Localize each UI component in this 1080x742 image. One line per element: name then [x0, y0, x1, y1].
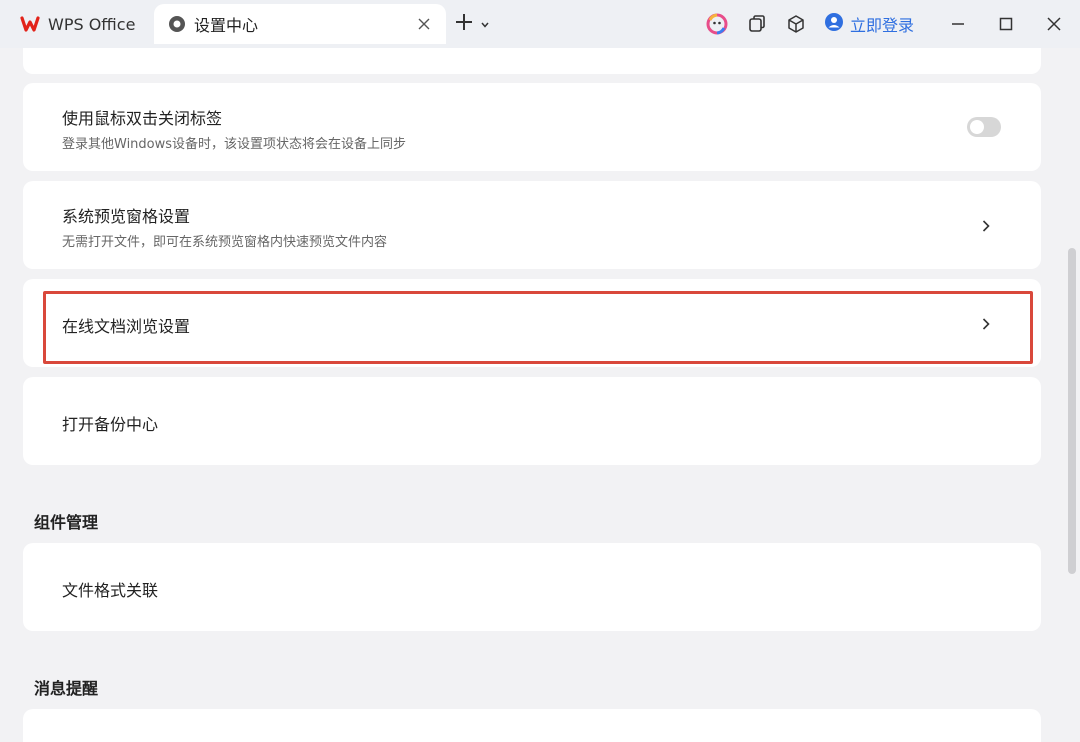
close-icon[interactable] — [414, 14, 434, 34]
setting-title: 文件格式关联 — [62, 581, 159, 600]
double-click-close-toggle[interactable] — [967, 117, 1001, 137]
user-avatar-icon — [824, 12, 844, 36]
login-button[interactable]: 立即登录 — [824, 11, 914, 37]
chevron-right-icon — [979, 218, 993, 232]
settings-content: 使用鼠标双击关闭标签 登录其他Windows设备时，该设置项状态将会在设备上同步… — [0, 48, 1080, 742]
maximize-icon[interactable] — [994, 12, 1018, 36]
setting-online-doc-browse[interactable]: 在线文档浏览设置 — [23, 279, 1041, 367]
setting-system-preview-pane[interactable]: 系统预览窗格设置 无需打开文件，即可在系统预览窗格内快速预览文件内容 — [23, 181, 1041, 269]
minimize-icon[interactable] — [946, 12, 970, 36]
plus-icon — [454, 12, 474, 36]
new-tab-button[interactable] — [454, 10, 490, 38]
setting-title: 在线文档浏览设置 — [62, 317, 191, 336]
tab-settings-center-label: 设置中心 — [194, 16, 259, 35]
scrollbar-thumb[interactable] — [1068, 248, 1076, 574]
setting-title: 系统预览窗格设置 — [62, 207, 191, 226]
setting-description: 无需打开文件，即可在系统预览窗格内快速预览文件内容 — [62, 235, 388, 250]
login-label: 立即登录 — [850, 16, 915, 35]
title-bar: WPS Office 设置中心 立即登录 — [0, 0, 1080, 48]
setting-double-click-close-tab[interactable]: 使用鼠标双击关闭标签 登录其他Windows设备时，该设置项状态将会在设备上同步 — [23, 83, 1041, 171]
settings-card-partial — [23, 48, 1041, 74]
tab-settings-center[interactable]: 设置中心 — [154, 4, 446, 44]
tab-wps-office[interactable]: WPS Office — [8, 6, 148, 42]
section-title-message-reminder: 消息提醒 — [34, 679, 99, 698]
setting-open-backup-center[interactable]: 打开备份中心 — [23, 377, 1041, 465]
cube-icon[interactable] — [785, 13, 807, 35]
ai-assistant-icon[interactable] — [706, 13, 728, 35]
gear-icon — [168, 15, 186, 33]
setting-file-format-association[interactable]: 文件格式关联 — [23, 543, 1041, 631]
tab-wps-office-label: WPS Office — [48, 14, 136, 34]
setting-description: 登录其他Windows设备时，该设置项状态将会在设备上同步 — [62, 137, 407, 152]
window-restore-icon[interactable] — [746, 13, 768, 35]
setting-title: 打开备份中心 — [62, 415, 159, 434]
wps-logo-icon — [20, 14, 40, 34]
chevron-down-icon — [480, 15, 490, 34]
chevron-right-icon — [979, 316, 993, 330]
settings-card-partial-bottom — [23, 709, 1041, 742]
section-title-component-management: 组件管理 — [34, 513, 99, 532]
close-window-icon[interactable] — [1042, 12, 1066, 36]
setting-title: 使用鼠标双击关闭标签 — [62, 109, 223, 128]
